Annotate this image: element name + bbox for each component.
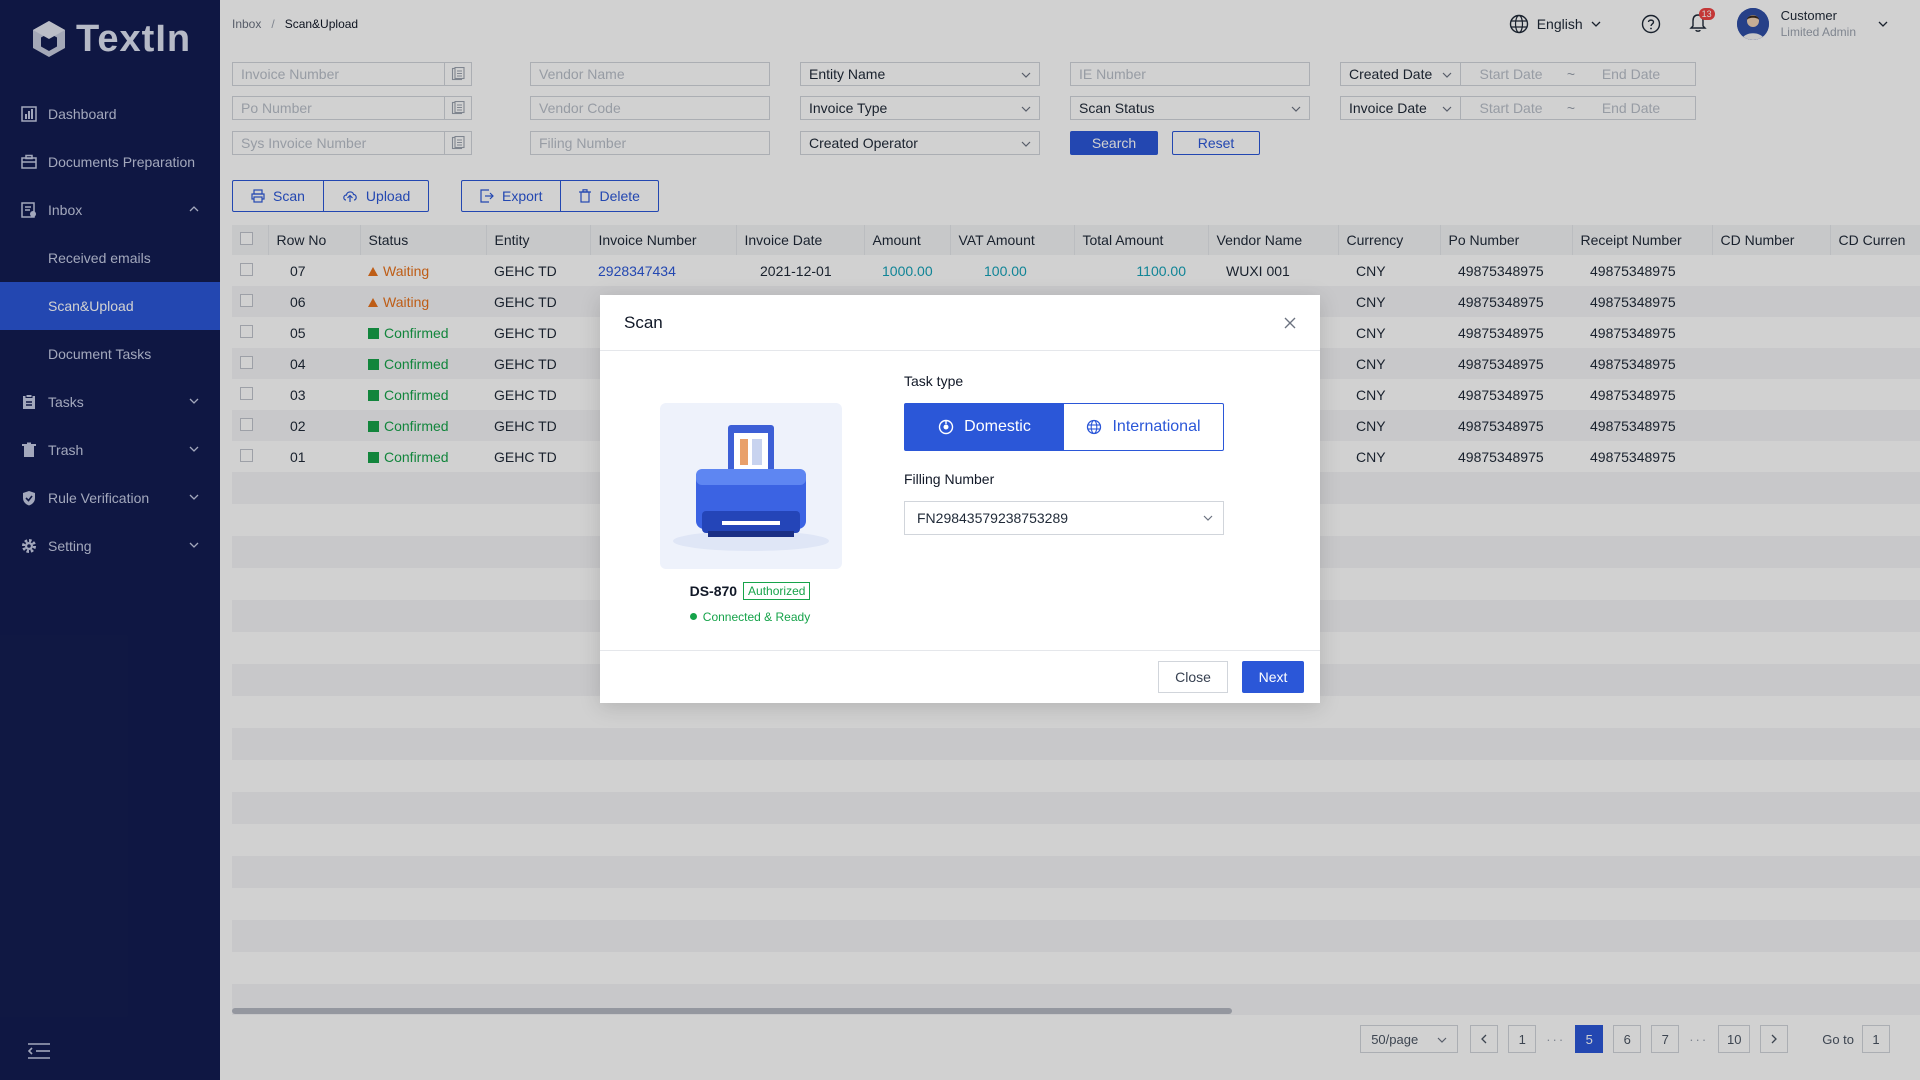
international-label: International: [1112, 418, 1201, 435]
device-name: DS-870: [689, 583, 738, 599]
filling-number-label: Filling Number: [904, 471, 995, 487]
location-target-icon: [938, 419, 954, 435]
dialog-title: Scan: [624, 312, 663, 332]
domestic-label: Domestic: [964, 418, 1031, 435]
dialog-footer: Close Next: [600, 650, 1320, 703]
scan-dialog: Scan DS-870 Authorized Connected & Ready…: [600, 295, 1320, 703]
dialog-header: Scan: [600, 295, 1320, 351]
task-type-domestic[interactable]: Domestic: [905, 404, 1064, 450]
close-icon[interactable]: [1284, 317, 1296, 329]
chevron-down-icon: [1203, 515, 1213, 521]
task-type-toggle: Domestic International: [904, 403, 1224, 451]
close-button[interactable]: Close: [1158, 661, 1228, 693]
status-dot-icon: [689, 613, 697, 620]
next-button[interactable]: Next: [1242, 661, 1304, 693]
device-name-row: DS-870 Authorized: [600, 582, 900, 600]
device-status: Connected & Ready: [600, 610, 900, 624]
task-type-label: Task type: [904, 373, 964, 389]
filling-number-select[interactable]: FN29843579238753289: [904, 501, 1224, 535]
scanner-device-card[interactable]: [660, 403, 842, 569]
globe-icon: [1087, 419, 1102, 435]
scanner-illustration: [673, 425, 829, 551]
device-status-text: Connected & Ready: [702, 610, 811, 624]
authorized-badge: Authorized: [743, 582, 811, 600]
filling-number-value: FN29843579238753289: [917, 510, 1069, 526]
task-type-international[interactable]: International: [1064, 404, 1223, 450]
